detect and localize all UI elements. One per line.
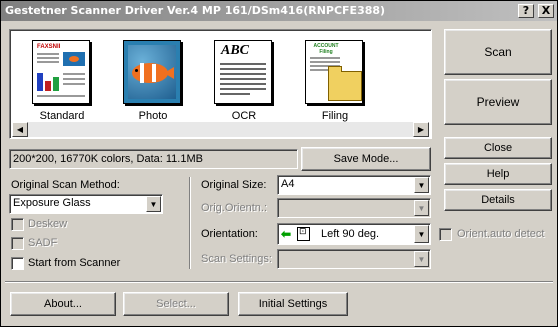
window-title: Gestetner Scanner Driver Ver.4 MP 161/DS… bbox=[5, 4, 386, 17]
text-line bbox=[220, 93, 250, 95]
text-line bbox=[37, 57, 59, 59]
text-line bbox=[37, 95, 85, 97]
start-from-scanner-checkbox[interactable] bbox=[11, 257, 24, 270]
clownfish-stripe bbox=[152, 64, 156, 82]
preset-filing-label: Filing bbox=[321, 110, 349, 122]
bar-1 bbox=[37, 73, 43, 91]
folder-tab bbox=[328, 66, 342, 72]
folder-icon bbox=[328, 66, 362, 101]
title-bar[interactable]: Gestetner Scanner Driver Ver.4 MP 161/DS… bbox=[1, 1, 557, 21]
orientation-value: Left 90 deg. bbox=[321, 228, 380, 240]
bar-3 bbox=[53, 77, 59, 91]
text-line bbox=[310, 57, 340, 59]
text-line bbox=[63, 83, 85, 85]
text-line bbox=[220, 78, 266, 80]
sadf-checkbox[interactable] bbox=[11, 237, 24, 250]
orient-auto-detect-label: Orient.auto detect bbox=[457, 228, 545, 240]
text-line bbox=[220, 83, 266, 85]
deskew-checkbox[interactable] bbox=[11, 218, 24, 231]
preset-standard-label: Standard bbox=[39, 110, 85, 122]
photo-fish-icon bbox=[123, 40, 181, 104]
chevron-down-icon[interactable]: ▼ bbox=[414, 177, 429, 193]
preset-ocr-label: OCR bbox=[231, 110, 257, 122]
select-button[interactable]: Select... bbox=[123, 292, 229, 316]
scan-settings-dropdown[interactable]: ▼ bbox=[277, 249, 431, 269]
page-rotate-icon: ⊡ bbox=[297, 227, 310, 241]
deskew-label: Deskew bbox=[28, 218, 68, 230]
standard-doc-icon: FAXSNII bbox=[32, 40, 90, 104]
info-field: 200*200, 16770K colors, Data: 11.1MB bbox=[9, 149, 298, 169]
scan-settings-label: Scan Settings: bbox=[201, 253, 272, 265]
details-button[interactable]: Details bbox=[444, 189, 552, 211]
vertical-separator bbox=[189, 177, 191, 269]
close-title-button[interactable]: X bbox=[538, 4, 554, 18]
save-mode-button[interactable]: Save Mode... bbox=[301, 147, 431, 171]
text-line bbox=[63, 78, 85, 80]
filing-folder-icon: ACCOUNT Filing bbox=[305, 40, 363, 104]
initial-settings-button[interactable]: Initial Settings bbox=[238, 292, 348, 316]
text-line bbox=[220, 63, 266, 65]
ocr-abc-text: ABC bbox=[221, 43, 250, 58]
mini-fish bbox=[69, 56, 79, 62]
text-line bbox=[220, 68, 266, 70]
orientation-dropdown[interactable]: ⬅ ⊡ Left 90 deg. ▼ bbox=[277, 223, 431, 245]
chevron-down-icon[interactable]: ▼ bbox=[414, 251, 429, 267]
bar-2 bbox=[45, 81, 51, 91]
text-line bbox=[37, 61, 59, 63]
original-size-label: Original Size: bbox=[201, 179, 267, 191]
original-size-dropdown[interactable]: A4 ▼ bbox=[277, 175, 431, 195]
help-title-button[interactable]: ? bbox=[518, 4, 534, 18]
preview-button[interactable]: Preview bbox=[444, 79, 552, 125]
fish-image bbox=[63, 52, 85, 66]
orientation-label: Orientation: bbox=[201, 228, 258, 240]
horizontal-separator bbox=[5, 281, 553, 283]
filing-doc-text: ACCOUNT Filing bbox=[313, 43, 339, 55]
scan-method-dropdown[interactable]: Exposure Glass ▼ bbox=[9, 194, 163, 214]
about-button[interactable]: About... bbox=[10, 292, 116, 316]
clownfish-eye bbox=[135, 69, 138, 72]
clownfish-body bbox=[132, 63, 168, 83]
scroll-left-icon[interactable]: ◀ bbox=[12, 122, 28, 137]
text-line bbox=[37, 53, 59, 55]
scroll-right-icon[interactable]: ▶ bbox=[413, 122, 429, 137]
chevron-down-icon[interactable]: ▼ bbox=[414, 200, 429, 216]
scan-button[interactable]: Scan bbox=[444, 29, 552, 75]
chevron-down-icon[interactable]: ▼ bbox=[146, 196, 161, 212]
original-size-value: A4 bbox=[281, 178, 295, 190]
scan-method-value: Exposure Glass bbox=[13, 197, 91, 209]
rotate-arrow-icon: ⬅ bbox=[281, 227, 292, 241]
preset-panel: FAXSNII Standard Photo ABC OCR ACCOUNT F… bbox=[9, 29, 432, 139]
text-line bbox=[220, 88, 266, 90]
fax-logo-text: FAXSNII bbox=[37, 44, 61, 50]
sadf-label: SADF bbox=[28, 237, 58, 249]
orig-orientation-label: Orig.Orientn.: bbox=[201, 202, 268, 214]
text-line bbox=[310, 61, 340, 63]
close-button[interactable]: Close bbox=[444, 137, 552, 159]
text-line bbox=[220, 73, 266, 75]
scan-info-text: 200*200, 16770K colors, Data: 11.1MB bbox=[13, 153, 203, 165]
text-line bbox=[63, 73, 85, 75]
scan-method-label: Original Scan Method: bbox=[11, 179, 120, 191]
ocr-abc-icon: ABC bbox=[214, 40, 272, 104]
scanner-driver-window: Gestetner Scanner Driver Ver.4 MP 161/DS… bbox=[0, 0, 558, 327]
preset-photo-label: Photo bbox=[138, 110, 168, 122]
help-button[interactable]: Help bbox=[444, 163, 552, 185]
preset-scrollbar[interactable]: ◀ ▶ bbox=[12, 122, 429, 137]
clownfish-stripe bbox=[140, 63, 144, 83]
orient-auto-detect-checkbox[interactable] bbox=[439, 228, 452, 241]
chevron-down-icon[interactable]: ▼ bbox=[414, 225, 429, 243]
start-from-scanner-label: Start from Scanner bbox=[28, 257, 121, 269]
orig-orientation-dropdown[interactable]: ▼ bbox=[277, 198, 431, 218]
